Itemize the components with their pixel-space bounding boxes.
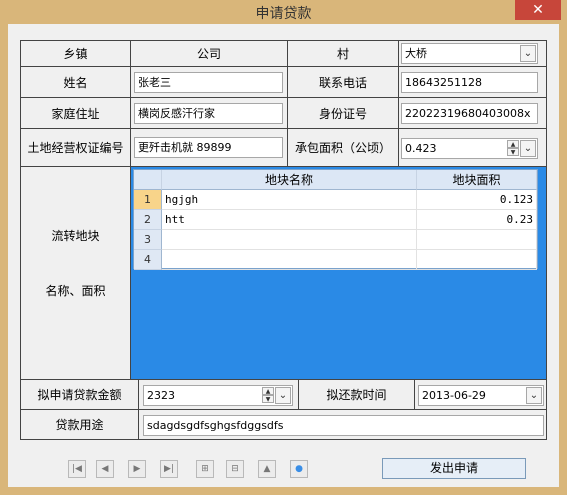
title-bar[interactable]: 申请贷款 ✕ bbox=[0, 0, 567, 24]
add-record-button[interactable]: ⊞ bbox=[196, 460, 214, 478]
next-icon: ▶ bbox=[133, 464, 141, 474]
record-icon: ● bbox=[295, 464, 303, 474]
loan-form: 乡镇 公司 村 大桥 ⌄ 姓名 张老三 联系电话 18643251128 家庭住… bbox=[20, 40, 547, 464]
grid-corner bbox=[134, 170, 162, 190]
grid-cell-name[interactable]: hgjgh bbox=[162, 190, 417, 210]
area-label: 承包面积（公顷） bbox=[287, 128, 399, 167]
grid-cell-area[interactable] bbox=[417, 250, 537, 270]
chevron-down-icon[interactable]: ⌄ bbox=[520, 45, 536, 62]
grid-cell-name[interactable] bbox=[162, 230, 417, 250]
phone-field[interactable]: 18643251128 bbox=[401, 72, 538, 93]
spin-up-icon[interactable]: ▲ bbox=[262, 387, 274, 395]
purpose-label: 贷款用途 bbox=[20, 409, 139, 440]
plot-grid[interactable]: 地块名称 地块面积 1 hgjgh 0.123 2 htt 0.23 3 4 bbox=[133, 169, 538, 270]
submit-application-button[interactable]: 发出申请 bbox=[382, 458, 526, 479]
id-cell: 22022319680403008x bbox=[398, 97, 547, 129]
record-button[interactable]: ● bbox=[290, 460, 308, 478]
amount-stepper-value: 2323 bbox=[147, 389, 175, 402]
name-label: 姓名 bbox=[20, 66, 131, 98]
area-stepper-value: 0.423 bbox=[405, 142, 437, 155]
first-record-button[interactable]: |◀ bbox=[68, 460, 86, 478]
spin-down-icon[interactable]: ▼ bbox=[507, 148, 519, 156]
last-icon: ▶| bbox=[164, 464, 174, 474]
transfer-label-line1: 流转地块 bbox=[51, 229, 100, 243]
phone-label: 联系电话 bbox=[287, 66, 399, 98]
amount-cell: 2323 ▲ ▼ ⌄ bbox=[138, 379, 299, 410]
next-record-button[interactable]: ▶ bbox=[128, 460, 146, 478]
spin-up-icon[interactable]: ▲ bbox=[507, 140, 519, 148]
amount-spin[interactable]: ▲ ▼ bbox=[262, 387, 274, 404]
land-cert-field[interactable]: 更歼击机就 89899 bbox=[134, 137, 283, 158]
transfer-label-cell: 流转地块 名称、面积 bbox=[20, 166, 131, 380]
area-cell: 0.423 ▲ ▼ ⌄ bbox=[398, 128, 547, 167]
name-cell: 张老三 bbox=[130, 66, 288, 98]
chevron-down-icon[interactable]: ⌄ bbox=[275, 387, 291, 404]
close-button[interactable]: ✕ bbox=[515, 0, 561, 20]
repay-date-picker[interactable]: 2013-06-29 ⌄ bbox=[418, 385, 544, 406]
repay-label: 拟还款时间 bbox=[298, 379, 415, 410]
grid-cell-name[interactable]: htt bbox=[162, 210, 417, 230]
village-cell: 大桥 ⌄ bbox=[398, 40, 547, 67]
delete-record-button[interactable]: ⊟ bbox=[226, 460, 244, 478]
amount-label: 拟申请贷款金额 bbox=[20, 379, 139, 410]
grid-header-area[interactable]: 地块面积 bbox=[417, 170, 537, 190]
up-icon: ▲ bbox=[263, 464, 271, 474]
form-client-area: 乡镇 公司 村 大桥 ⌄ 姓名 张老三 联系电话 18643251128 家庭住… bbox=[8, 24, 559, 487]
chevron-down-icon[interactable]: ⌄ bbox=[520, 140, 536, 157]
prev-icon: ◀ bbox=[101, 464, 109, 474]
address-cell: 横岗反感汗行家 bbox=[130, 97, 288, 129]
repay-date-value: 2013-06-29 bbox=[422, 389, 486, 402]
grid-cell-area[interactable]: 0.123 bbox=[417, 190, 537, 210]
prev-record-button[interactable]: ◀ bbox=[96, 460, 114, 478]
village-select[interactable]: 大桥 ⌄ bbox=[401, 43, 538, 64]
spin-down-icon[interactable]: ▼ bbox=[262, 395, 274, 403]
purpose-cell: sdagdsgdfsghgsfdggsdfs bbox=[138, 409, 547, 440]
area-spin[interactable]: ▲ ▼ bbox=[507, 140, 519, 157]
land-cert-cell: 更歼击机就 89899 bbox=[130, 128, 288, 167]
grid-cell-area[interactable]: 0.23 bbox=[417, 210, 537, 230]
repay-cell: 2013-06-29 ⌄ bbox=[414, 379, 547, 410]
id-field[interactable]: 22022319680403008x bbox=[401, 103, 538, 124]
address-label: 家庭住址 bbox=[20, 97, 131, 129]
purpose-field[interactable]: sdagdsgdfsghgsfdggsdfs bbox=[143, 415, 544, 436]
land-cert-label: 土地经营权证编号 bbox=[20, 128, 131, 167]
up-button[interactable]: ▲ bbox=[258, 460, 276, 478]
township-value: 公司 bbox=[130, 40, 288, 67]
delete-icon: ⊟ bbox=[231, 464, 239, 474]
first-icon: |◀ bbox=[72, 464, 82, 474]
name-field[interactable]: 张老三 bbox=[134, 72, 283, 93]
township-label: 乡镇 bbox=[20, 40, 131, 67]
chevron-down-icon[interactable]: ⌄ bbox=[526, 387, 542, 404]
application-window: 申请贷款 ✕ 乡镇 公司 村 大桥 ⌄ 姓名 张老三 联系电话 18643251… bbox=[0, 0, 567, 495]
address-field[interactable]: 横岗反感汗行家 bbox=[134, 103, 283, 124]
add-icon: ⊞ bbox=[201, 464, 209, 474]
window-title: 申请贷款 bbox=[255, 6, 312, 22]
grid-row-header[interactable]: 3 bbox=[134, 230, 162, 250]
phone-cell: 18643251128 bbox=[398, 66, 547, 98]
id-label: 身份证号 bbox=[287, 97, 399, 129]
grid-cell-name[interactable] bbox=[162, 250, 417, 270]
area-stepper[interactable]: 0.423 ▲ ▼ ⌄ bbox=[401, 138, 538, 159]
last-record-button[interactable]: ▶| bbox=[160, 460, 178, 478]
grid-row-header[interactable]: 2 bbox=[134, 210, 162, 230]
village-select-value: 大桥 bbox=[405, 47, 427, 60]
grid-header-name[interactable]: 地块名称 bbox=[162, 170, 417, 190]
village-label: 村 bbox=[287, 40, 399, 67]
amount-stepper[interactable]: 2323 ▲ ▼ ⌄ bbox=[143, 385, 293, 406]
transfer-grid-cell: 地块名称 地块面积 1 hgjgh 0.123 2 htt 0.23 3 4 bbox=[130, 166, 547, 380]
grid-cell-area[interactable] bbox=[417, 230, 537, 250]
grid-background: 地块名称 地块面积 1 hgjgh 0.123 2 htt 0.23 3 4 bbox=[131, 167, 546, 379]
grid-row-header[interactable]: 4 bbox=[134, 250, 162, 270]
transfer-label-line2: 名称、面积 bbox=[45, 284, 106, 298]
grid-row-header[interactable]: 1 bbox=[134, 190, 162, 210]
